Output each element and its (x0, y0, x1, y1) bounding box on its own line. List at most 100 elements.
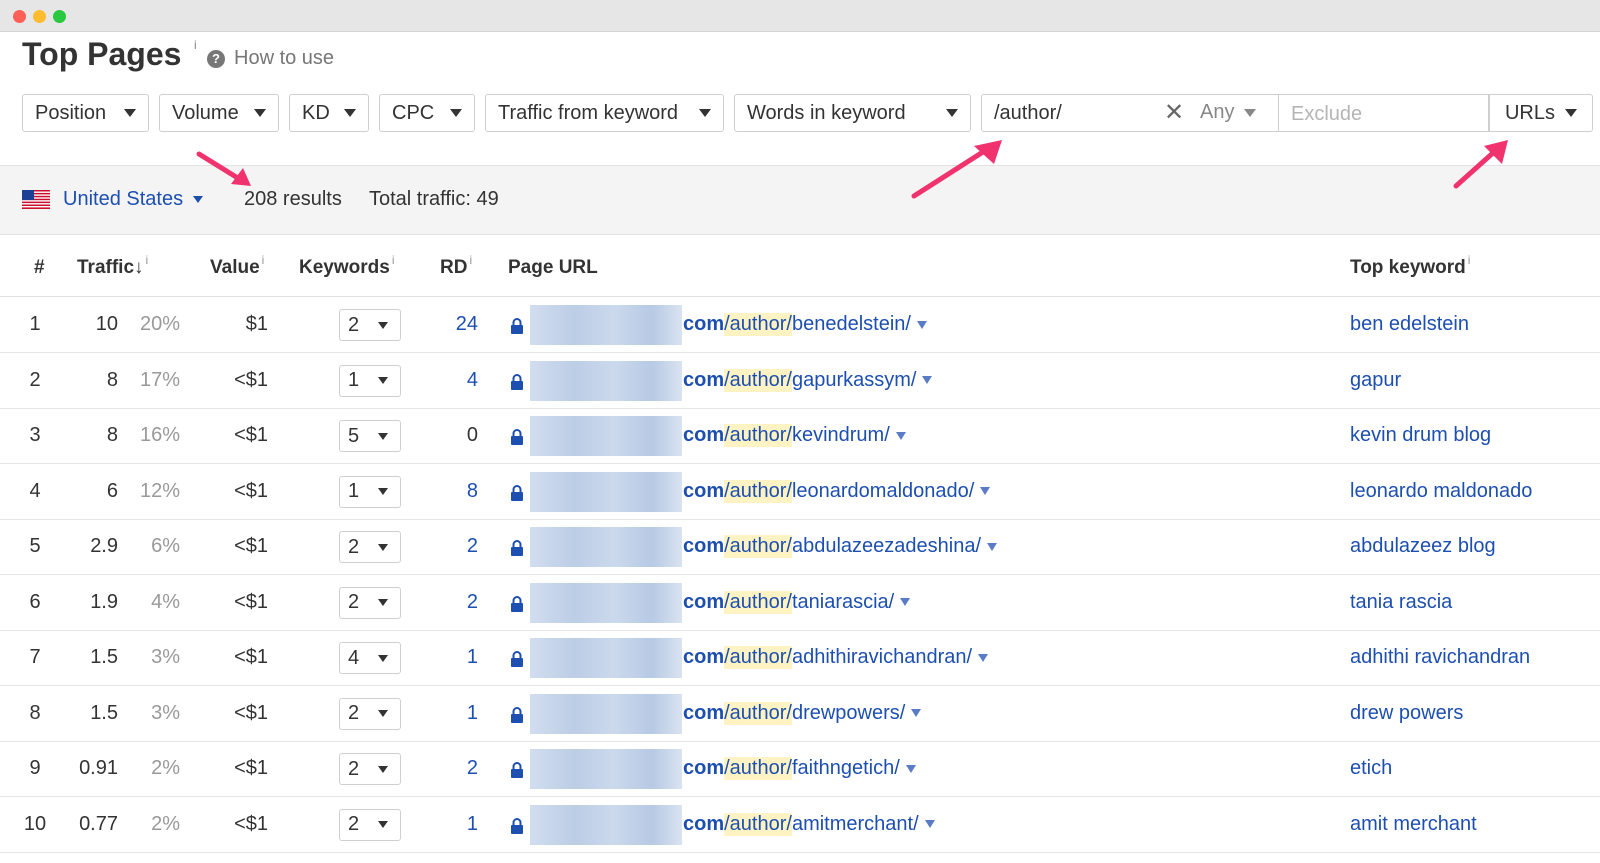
volume-filter[interactable]: Volume (159, 94, 279, 132)
referring-domains-link[interactable]: 2 (440, 757, 478, 780)
caret-down-icon (124, 109, 136, 117)
table-row: 10 0.77 2% <$1 2 1 com/author/amitmerchant/ami… (0, 797, 1600, 853)
page-url-link[interactable]: com/author/drewpowers/ (683, 701, 922, 725)
row-number: 5 (29, 535, 41, 557)
page-url-link[interactable]: com/author/leonardomaldonado/ (683, 479, 991, 503)
window-maximize-button[interactable] (53, 10, 66, 23)
referring-domains-link[interactable]: 4 (440, 369, 478, 392)
page-url-link[interactable]: com/author/gapurkassym/ (683, 368, 933, 392)
top-keyword-link[interactable]: kevin drum blog (1350, 424, 1491, 447)
kd-filter[interactable]: KD (289, 94, 369, 132)
keywords-info-icon[interactable]: i (392, 253, 395, 267)
page-url-link[interactable]: com/author/kevindrum/ (683, 424, 906, 447)
keywords-select[interactable]: 2 (339, 531, 401, 563)
results-count: 208 results (244, 188, 342, 210)
close-icon[interactable]: ✕ (1162, 101, 1186, 125)
words-in-keyword-filter[interactable]: Words in keyword (734, 94, 971, 132)
top-keyword-info-icon[interactable]: i (1468, 253, 1471, 267)
col-header-top-keyword[interactable]: Top keyword i (1350, 253, 1470, 279)
include-filter[interactable]: /author/ ✕ Any (981, 94, 1279, 132)
country-select[interactable]: United States (63, 188, 204, 211)
col-header-rd[interactable]: RD i (440, 253, 472, 279)
keywords-select[interactable]: 2 (339, 753, 401, 785)
top-keyword-header-label: Top keyword (1350, 257, 1466, 278)
url-domain-suffix: com (683, 812, 725, 835)
referring-domains-link[interactable]: 1 (440, 646, 478, 669)
col-header-keywords[interactable]: Keywords i (299, 253, 394, 279)
keywords-select[interactable]: 2 (339, 586, 401, 619)
url-path: faithngetich/ (791, 757, 900, 779)
keywords-select[interactable]: 2 (339, 309, 401, 341)
traffic-info-icon[interactable]: i (146, 253, 149, 267)
page-url-link[interactable]: com/author/abdulazeezadeshina/ (683, 535, 997, 558)
top-keyword-link[interactable]: gapur (1350, 369, 1401, 392)
caret-down-icon[interactable] (905, 764, 916, 773)
blurred-domain (530, 638, 682, 678)
lock-icon (510, 539, 524, 556)
urls-scope-select[interactable]: URLs (1489, 94, 1593, 132)
caret-down-icon[interactable] (911, 709, 922, 717)
caret-down-icon[interactable] (978, 653, 989, 662)
traffic-value: 1.5 (90, 701, 118, 724)
referring-domains-link[interactable]: 8 (440, 480, 478, 503)
exclude-filter[interactable]: Exclude (1279, 94, 1489, 132)
referring-domains-link[interactable]: 1 (440, 702, 478, 725)
keywords-select[interactable]: 1 (339, 475, 401, 508)
table-row: 6 1.9 4% <$1 2 2 com/author/taniarascia/tania … (0, 575, 1600, 631)
caret-down-icon (378, 377, 388, 384)
caret-down-icon (946, 109, 958, 117)
value-info-icon[interactable]: i (262, 253, 265, 267)
keywords-select[interactable]: 1 (339, 364, 401, 397)
col-header-value[interactable]: Value i (210, 253, 264, 279)
url-path: abdulazeezadeshina/ (791, 535, 981, 557)
traffic-percent: 12% (139, 479, 180, 502)
match-mode-select[interactable]: Any (1200, 101, 1257, 124)
referring-domains-link[interactable]: 1 (440, 813, 478, 836)
include-input[interactable]: /author/ (994, 102, 1144, 125)
rd-info-icon[interactable]: i (469, 253, 472, 267)
row-number: 4 (29, 479, 41, 502)
page-url-link[interactable]: com/author/taniarascia/ (683, 590, 911, 614)
page-url-link[interactable]: com/author/benedelstein/ (683, 313, 927, 336)
caret-down-icon[interactable] (980, 487, 991, 495)
top-keyword-link[interactable]: leonardo maldonado (1350, 480, 1532, 503)
title-info-icon[interactable]: i (194, 38, 197, 52)
caret-down-icon[interactable] (924, 820, 935, 828)
how-to-use-link[interactable]: ? How to use (207, 47, 334, 70)
cpc-filter[interactable]: CPC (379, 94, 475, 132)
traffic-from-keyword-filter[interactable]: Traffic from keyword (485, 94, 724, 132)
caret-down-icon[interactable] (895, 431, 906, 440)
top-keyword-link[interactable]: amit merchant (1350, 813, 1477, 836)
top-keyword-link[interactable]: ben edelstein (1350, 313, 1469, 336)
traffic-from-keyword-label: Traffic from keyword (498, 101, 679, 124)
caret-down-icon[interactable] (922, 376, 933, 384)
keywords-select[interactable]: 2 (339, 697, 401, 730)
page-url-link[interactable]: com/author/faithngetich/ (683, 757, 916, 780)
position-filter[interactable]: Position (22, 94, 149, 132)
url-domain-suffix: com (683, 424, 725, 446)
caret-down-icon[interactable] (987, 542, 997, 551)
referring-domains-link[interactable]: 2 (440, 535, 478, 558)
referring-domains-link[interactable]: 24 (440, 313, 478, 336)
keywords-select[interactable]: 2 (339, 808, 401, 841)
window-close-button[interactable] (13, 10, 26, 23)
referring-domains-link[interactable]: 2 (440, 591, 478, 614)
col-header-traffic[interactable]: Traffic↓ i (77, 253, 148, 279)
top-keyword-link[interactable]: adhithi ravichandran (1350, 646, 1530, 669)
exclude-input[interactable]: Exclude (1291, 103, 1362, 126)
keywords-select[interactable]: 4 (339, 642, 401, 674)
page-url-link[interactable]: com/author/adhithiravichandran/ (683, 646, 989, 669)
top-keyword-link[interactable]: tania rascia (1350, 591, 1452, 614)
caret-down-icon[interactable] (916, 320, 927, 329)
table-row: 8 1.5 3% <$1 2 1 com/author/drewpowers/drew po… (0, 686, 1600, 742)
keywords-select[interactable]: 5 (339, 420, 401, 452)
caret-down-icon[interactable] (900, 598, 911, 606)
top-keyword-link[interactable]: abdulazeez blog (1350, 535, 1496, 558)
window-minimize-button[interactable] (33, 10, 46, 23)
top-keyword-link[interactable]: drew powers (1350, 702, 1463, 725)
traffic-percent: 6% (151, 535, 180, 557)
caret-down-icon (378, 765, 388, 773)
top-keyword-link[interactable]: etich (1350, 757, 1392, 780)
keywords-count: 1 (348, 369, 360, 391)
page-url-link[interactable]: com/author/amitmerchant/ (683, 812, 935, 836)
